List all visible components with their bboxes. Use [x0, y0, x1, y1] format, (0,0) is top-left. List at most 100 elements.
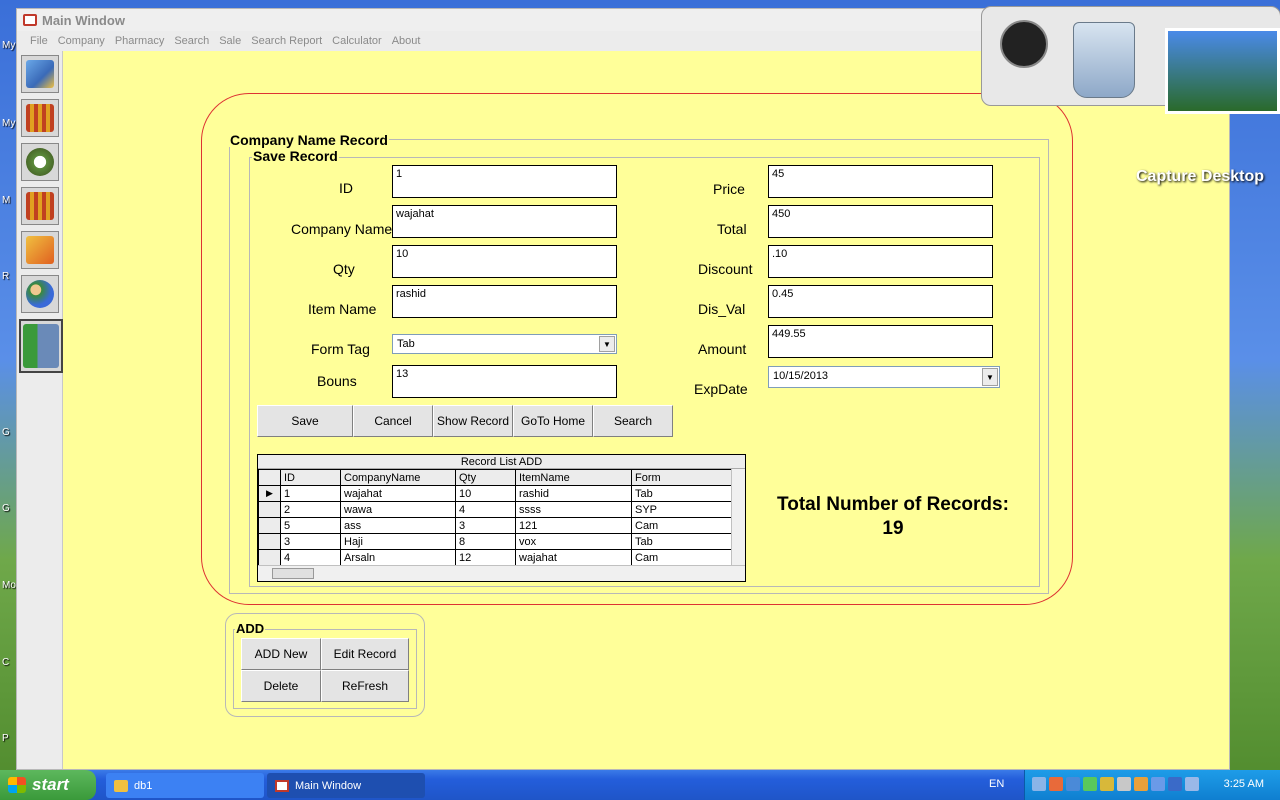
cell-company[interactable]: ass: [340, 517, 456, 534]
toolbar-report-button[interactable]: [21, 231, 59, 269]
price-field[interactable]: 45: [768, 165, 993, 198]
cell-company[interactable]: wawa: [340, 501, 456, 518]
cell-item[interactable]: wajahat: [515, 549, 632, 566]
cell-company[interactable]: Haji: [340, 533, 456, 550]
horizontal-scrollbar[interactable]: [258, 565, 745, 581]
column-header-company[interactable]: CompanyName: [340, 469, 456, 486]
table-row[interactable]: 2 wawa 4 ssss SYP: [258, 501, 732, 518]
toolbar-company-button[interactable]: [21, 55, 59, 93]
speaker-icon[interactable]: [1185, 777, 1199, 791]
chevron-down-icon[interactable]: ▼: [599, 336, 615, 352]
item-name-field[interactable]: rashid: [392, 285, 617, 318]
taskbar-item-db1[interactable]: db1: [106, 773, 264, 798]
scroll-thumb[interactable]: [272, 568, 314, 579]
cell-id[interactable]: 1: [280, 485, 341, 502]
antivirus-icon[interactable]: [1049, 777, 1063, 791]
cell-form[interactable]: Cam: [631, 549, 732, 566]
vertical-scrollbar[interactable]: [731, 469, 745, 565]
shield-icon[interactable]: [1083, 777, 1097, 791]
toolbar-users-button[interactable]: [21, 275, 59, 313]
taskbar-item-main-window[interactable]: Main Window: [267, 773, 425, 798]
toolbar-sale-button[interactable]: [21, 187, 59, 225]
goto-home-button[interactable]: GoTo Home: [513, 405, 593, 437]
update-icon[interactable]: [1100, 777, 1114, 791]
amount-field[interactable]: 449.55: [768, 325, 993, 358]
cell-form[interactable]: Cam: [631, 517, 732, 534]
menu-company[interactable]: Company: [53, 35, 110, 47]
cell-qty[interactable]: 4: [455, 501, 516, 518]
cell-form[interactable]: Tab: [631, 533, 732, 550]
menu-calculator[interactable]: Calculator: [327, 35, 387, 47]
power-icon[interactable]: [1134, 777, 1148, 791]
bluetooth-icon[interactable]: [1066, 777, 1080, 791]
column-header-id[interactable]: ID: [280, 469, 341, 486]
company-name-field[interactable]: wajahat: [392, 205, 617, 238]
capture-desktop-icon[interactable]: [1165, 28, 1280, 114]
table-row[interactable]: 5 ass 3 121 Cam: [258, 517, 732, 534]
volume-icon[interactable]: [1117, 777, 1131, 791]
cell-item[interactable]: rashid: [515, 485, 632, 502]
menu-sale[interactable]: Sale: [214, 35, 246, 47]
id-field[interactable]: 1: [392, 165, 617, 198]
cell-id[interactable]: 2: [280, 501, 341, 518]
table-row[interactable]: 4 Arsaln 12 wajahat Cam: [258, 549, 732, 566]
language-indicator[interactable]: EN: [989, 778, 1004, 790]
toolbar-search-button[interactable]: [21, 143, 59, 181]
row-selector[interactable]: [258, 501, 281, 518]
clock-gadget-icon[interactable]: [1000, 20, 1048, 68]
toolbar-pharmacy-button[interactable]: [21, 99, 59, 137]
cell-company[interactable]: wajahat: [340, 485, 456, 502]
cell-form[interactable]: Tab: [631, 485, 732, 502]
start-button[interactable]: start: [0, 770, 96, 800]
menu-search[interactable]: Search: [169, 35, 214, 47]
dis-val-field[interactable]: 0.45: [768, 285, 993, 318]
add-new-button[interactable]: ADD New: [241, 638, 321, 670]
network-icon[interactable]: [1032, 777, 1046, 791]
cell-item[interactable]: 121: [515, 517, 632, 534]
edit-record-button[interactable]: Edit Record: [321, 638, 409, 670]
cell-company[interactable]: Arsaln: [340, 549, 456, 566]
monitor-icon[interactable]: [1168, 777, 1182, 791]
cell-id[interactable]: 4: [280, 549, 341, 566]
row-selector[interactable]: [258, 517, 281, 534]
column-header-form[interactable]: Form: [631, 469, 732, 486]
row-selector[interactable]: [258, 533, 281, 550]
recycle-bin-icon[interactable]: [1073, 22, 1135, 98]
menu-file[interactable]: File: [25, 35, 53, 47]
record-grid[interactable]: Record List ADD ID CompanyName Qty ItemN…: [257, 454, 746, 582]
menu-about[interactable]: About: [387, 35, 426, 47]
cell-qty[interactable]: 10: [455, 485, 516, 502]
search-button[interactable]: Search: [593, 405, 673, 437]
toolbar-exit-button[interactable]: [19, 319, 63, 373]
cell-qty[interactable]: 12: [455, 549, 516, 566]
cell-id[interactable]: 3: [280, 533, 341, 550]
tray-clock[interactable]: 3:25 AM: [1224, 778, 1264, 790]
column-header-qty[interactable]: Qty: [455, 469, 516, 486]
menu-pharmacy[interactable]: Pharmacy: [110, 35, 170, 47]
discount-field[interactable]: .10: [768, 245, 993, 278]
cell-qty[interactable]: 3: [455, 517, 516, 534]
table-row[interactable]: 3 Haji 8 vox Tab: [258, 533, 732, 550]
cell-item[interactable]: ssss: [515, 501, 632, 518]
display-icon[interactable]: [1151, 777, 1165, 791]
exp-date-picker[interactable]: 10/15/2013 ▼: [768, 366, 1000, 388]
qty-field[interactable]: 10: [392, 245, 617, 278]
desktop-label: My: [2, 118, 16, 129]
cell-id[interactable]: 5: [280, 517, 341, 534]
menu-search-report[interactable]: Search Report: [246, 35, 327, 47]
delete-button[interactable]: Delete: [241, 670, 321, 702]
row-selector[interactable]: [258, 549, 281, 566]
column-header-item[interactable]: ItemName: [515, 469, 632, 486]
table-row[interactable]: ▶ 1 wajahat 10 rashid Tab: [258, 485, 732, 502]
cell-item[interactable]: vox: [515, 533, 632, 550]
cell-qty[interactable]: 8: [455, 533, 516, 550]
refresh-button[interactable]: ReFresh: [321, 670, 409, 702]
save-button[interactable]: Save: [257, 405, 353, 437]
form-tag-dropdown[interactable]: Tab ▼: [392, 334, 617, 354]
bouns-field[interactable]: 13: [392, 365, 617, 398]
chevron-down-icon[interactable]: ▼: [982, 368, 998, 386]
cancel-button[interactable]: Cancel: [353, 405, 433, 437]
show-record-button[interactable]: Show Record: [433, 405, 513, 437]
total-field[interactable]: 450: [768, 205, 993, 238]
cell-form[interactable]: SYP: [631, 501, 732, 518]
